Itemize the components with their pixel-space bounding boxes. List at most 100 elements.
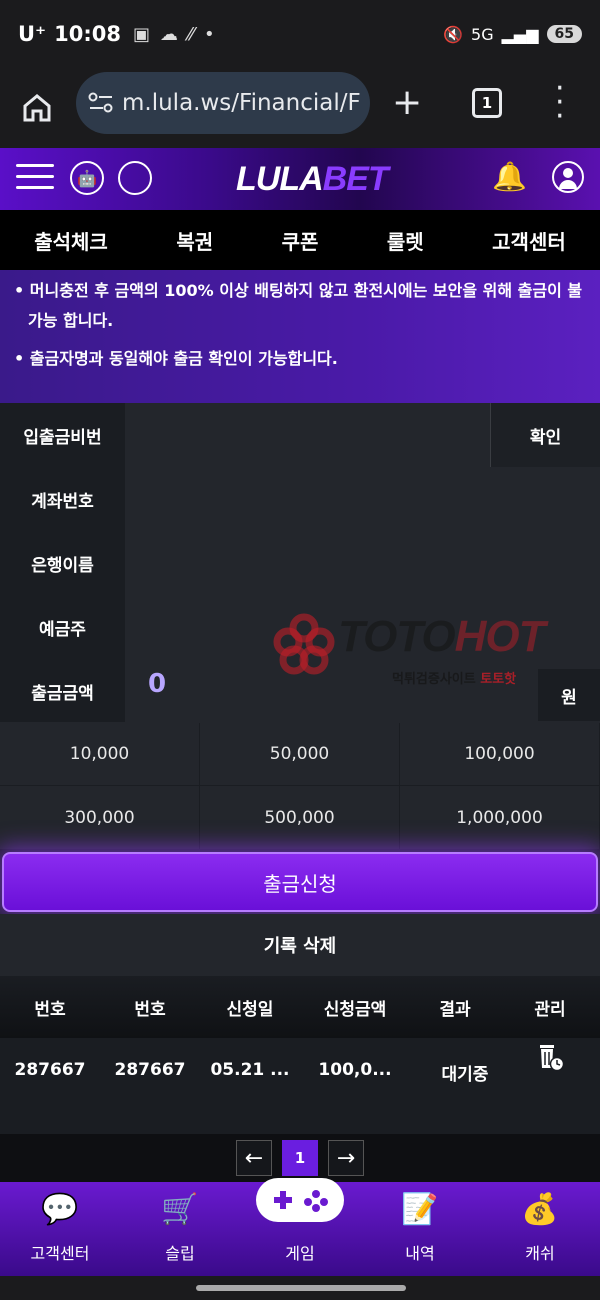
new-tab-icon[interactable]: + — [392, 82, 422, 123]
column-header: 결과 — [439, 999, 471, 1020]
bottom-nav-cash[interactable]: 💰 캐쉬 — [480, 1182, 600, 1276]
bottom-nav-label: 캐쉬 — [525, 1244, 555, 1263]
column-header: 번호 — [34, 999, 66, 1020]
status-right: 🔇 5G ▂▄▆ 65 — [443, 25, 582, 44]
confirm-button[interactable]: 확인 — [490, 403, 600, 467]
tab-count-button[interactable]: 1 — [472, 88, 502, 118]
delete-clock-icon[interactable] — [538, 1042, 564, 1072]
watermark-logo-icon — [273, 613, 335, 675]
clock: 10:08 — [54, 22, 121, 46]
column-header: 번호 — [134, 999, 166, 1020]
amount-button[interactable]: 10,000 — [0, 722, 199, 785]
nav-roulette[interactable]: 룰렛 — [387, 226, 424, 255]
bank-label: 은행이름 — [0, 531, 125, 595]
pagination: ← 1 → — [0, 1134, 600, 1182]
bell-icon[interactable]: 🔔 — [492, 160, 527, 193]
user-icon[interactable] — [552, 161, 584, 193]
amount-button[interactable]: 100,000 — [400, 722, 599, 785]
cart-icon: 🛒 — [161, 1192, 199, 1227]
home-icon[interactable] — [16, 87, 58, 129]
watermark-brand: TOTOHOT — [338, 612, 546, 662]
chat-icon: 💬 — [41, 1192, 79, 1227]
table-cell: 대기중 — [441, 1065, 489, 1085]
table-cell: 100,0... — [318, 1060, 392, 1080]
amount-label: 출금금액 — [0, 659, 125, 723]
account-input[interactable] — [125, 467, 600, 531]
holder-label: 예금주 — [0, 595, 125, 659]
top-nav: 출석체크 복권 쿠폰 룰렛 고객센터 — [0, 210, 600, 270]
nav-attendance[interactable]: 출석체크 — [34, 226, 108, 255]
bottom-nav-label: 게임 — [285, 1244, 315, 1263]
prev-page-icon[interactable]: ← — [236, 1140, 272, 1176]
menu-icon[interactable] — [16, 164, 54, 194]
status-bar: U⁺ 10:08 ▣ ☁ ⁄⁄ • 🔇 5G ▂▄▆ 65 — [0, 0, 600, 68]
nav-support[interactable]: 고객센터 — [492, 226, 566, 255]
page: U⁺ 10:08 ▣ ☁ ⁄⁄ • 🔇 5G ▂▄▆ 65 m.lula.ws/… — [0, 0, 600, 1300]
site-header: 🤖 LULABET 🔔 — [0, 148, 600, 210]
account-label: 계좌번호 — [0, 467, 125, 531]
site-settings-icon[interactable] — [88, 92, 114, 114]
dot-icon: • — [204, 23, 215, 45]
account-row: 계좌번호 — [0, 467, 600, 531]
system-nav-bar — [0, 1276, 600, 1300]
table-cell: 05.21 ... — [210, 1060, 290, 1080]
watermark-brand-b: HOT — [454, 612, 546, 661]
notice-box: • 머니충전 후 금액의 100% 이상 배팅하지 않고 환전시에는 보안을 위… — [0, 270, 600, 403]
url-text: m.lula.ws/Financial/F — [122, 90, 361, 116]
bottom-nav-label: 내역 — [405, 1244, 435, 1263]
column-header: 관리 — [534, 999, 566, 1020]
quick-amounts: 10,000 50,000 100,000 300,000 500,000 1,… — [0, 722, 600, 850]
more-menu-icon[interactable]: · · · — [555, 74, 565, 132]
column-header: 신청금액 — [323, 999, 387, 1020]
logo-left: LULA — [236, 160, 324, 198]
bottom-nav-label: 고객센터 — [30, 1244, 90, 1263]
amount-button[interactable]: 500,000 — [200, 786, 399, 849]
apple-icon[interactable] — [118, 161, 152, 195]
pin-label: 입출금비번 — [0, 403, 125, 467]
bars-icon: ▂▄▆ — [501, 24, 539, 44]
bank-row: 은행이름 — [0, 531, 600, 595]
watermark-subtitle: 먹튀검증사이트 토토핫 — [392, 668, 516, 687]
site-logo[interactable]: LULABET — [236, 160, 389, 199]
column-header: 신청일 — [226, 999, 274, 1020]
watermark-sub-b: 토토핫 — [480, 672, 517, 687]
bottom-nav-history[interactable]: 📝 내역 — [360, 1182, 480, 1276]
notice-item: • 머니충전 후 금액의 100% 이상 배팅하지 않고 환전시에는 보안을 위… — [14, 281, 583, 330]
logo-right: BET — [322, 160, 389, 198]
bottom-nav-label: 슬립 — [165, 1244, 195, 1263]
next-page-icon[interactable]: → — [328, 1140, 364, 1176]
android-icon[interactable]: 🤖 — [70, 161, 104, 195]
table-cell: 287667 — [114, 1060, 186, 1080]
gamepad-icon[interactable] — [256, 1178, 344, 1222]
watermark-sub-a: 먹튀검증사이트 — [392, 672, 481, 687]
nav-lottery[interactable]: 복권 — [176, 226, 213, 255]
network-label: 5G — [471, 24, 494, 44]
signal-icon: ⁄⁄ — [188, 23, 195, 45]
amount-button[interactable]: 50,000 — [200, 722, 399, 785]
pin-row: 입출금비번 확인 — [0, 403, 600, 467]
money-bag-icon: 💰 — [521, 1192, 559, 1227]
page-current[interactable]: 1 — [282, 1140, 318, 1176]
watermark: TOTOHOT 먹튀검증사이트 토토핫 — [272, 612, 600, 692]
url-field[interactable]: m.lula.ws/Financial/F — [76, 72, 370, 134]
screenshot-icon: ▣ — [133, 23, 151, 45]
amount-button[interactable]: 300,000 — [0, 786, 199, 849]
carrier-label: U⁺ — [18, 22, 47, 46]
bottom-nav-slip[interactable]: 🛒 슬립 — [120, 1182, 240, 1276]
amount-button[interactable]: 1,000,000 — [400, 786, 599, 849]
table-header: 번호 번호 신청일 신청금액 결과 관리 — [0, 976, 600, 1038]
watermark-brand-a: TOTO — [338, 612, 456, 661]
status-icons: ▣ ☁ ⁄⁄ • — [133, 24, 215, 45]
nav-coupon[interactable]: 쿠폰 — [282, 226, 319, 255]
browser-toolbar: m.lula.ws/Financial/F + 1 · · · — [0, 68, 600, 148]
withdraw-submit-button[interactable]: 출금신청 — [2, 852, 598, 912]
bank-input[interactable] — [125, 531, 600, 595]
cloud-icon: ☁ — [160, 23, 179, 45]
notice-item: • 출금자명과 동일해야 출금 확인이 가능합니다. — [14, 349, 338, 368]
delete-history-button[interactable]: 기록 삭제 — [0, 914, 600, 976]
amount-value: 0 — [148, 669, 167, 699]
mute-icon: 🔇 — [443, 24, 464, 44]
table-cell: 287667 — [14, 1060, 86, 1080]
home-gesture-bar[interactable] — [196, 1285, 406, 1291]
bottom-nav-support[interactable]: 💬 고객센터 — [0, 1182, 120, 1276]
